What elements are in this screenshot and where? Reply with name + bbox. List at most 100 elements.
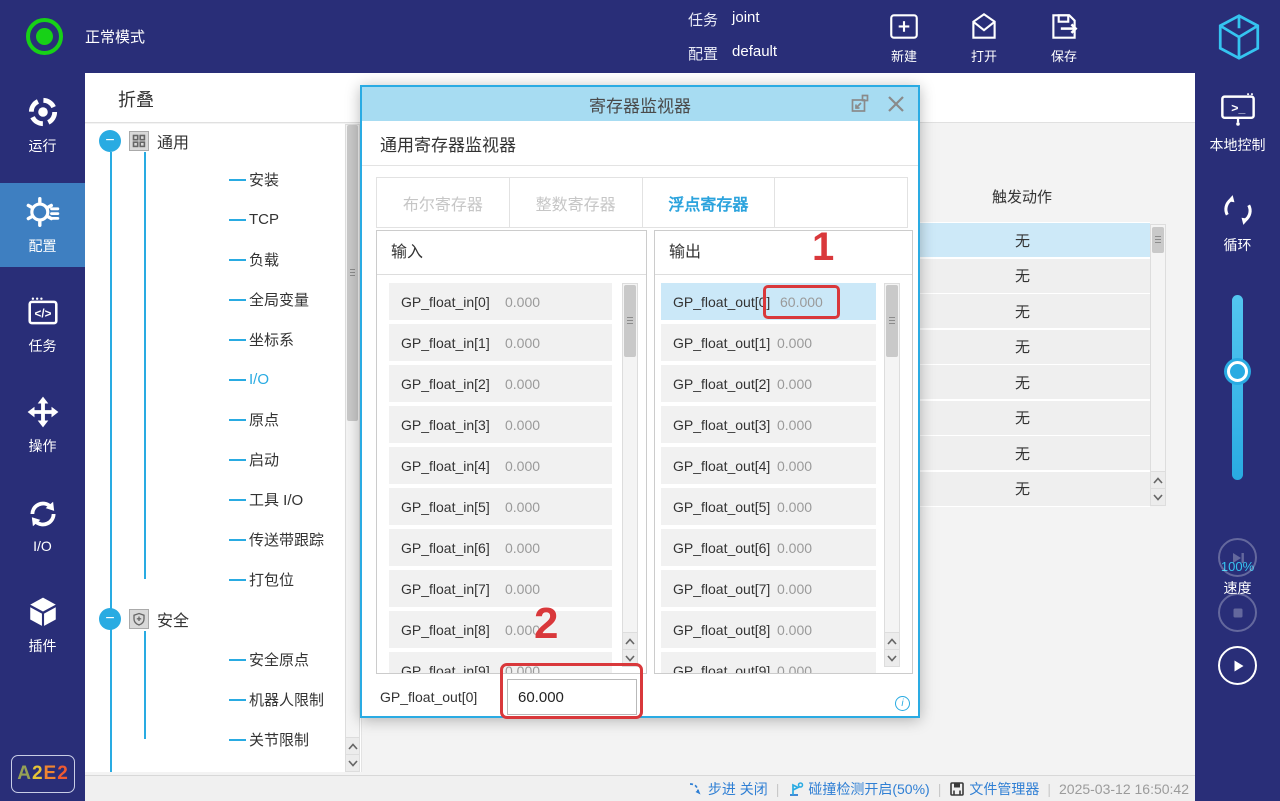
output-scrollbar-thumb[interactable] [886, 285, 898, 357]
collapse-minus-icon[interactable]: − [99, 130, 121, 152]
dialog-title: 寄存器监视器 [589, 96, 691, 116]
step-forward-button[interactable] [1218, 538, 1257, 577]
info-icon[interactable]: i [895, 696, 910, 711]
task-config-info: 任务 joint 配置 default [688, 9, 777, 77]
register-row[interactable]: GP_float_out[8] 0.000 [661, 611, 876, 648]
sidebar-item-task[interactable]: </> 任务 [0, 283, 85, 367]
register-row[interactable]: GP_float_in[1] 0.000 [389, 324, 612, 361]
register-row[interactable]: GP_float_in[5] 0.000 [389, 488, 612, 525]
trigger-scrollbar-thumb[interactable] [1152, 227, 1164, 253]
register-row[interactable]: GP_float_out[4] 0.000 [661, 447, 876, 484]
scroll-down-icon[interactable] [1151, 488, 1165, 505]
register-row[interactable]: GP_float_out[1] 0.000 [661, 324, 876, 361]
tab-float-register[interactable]: 浮点寄存器 [642, 178, 776, 227]
stop-button[interactable] [1218, 593, 1257, 632]
register-row[interactable]: GP_float_in[3] 0.000 [389, 406, 612, 443]
tree-item[interactable]: 负载 [229, 239, 324, 279]
scroll-down-icon[interactable] [623, 649, 637, 666]
input-scrollbar[interactable] [622, 283, 638, 667]
left-sidebar: 运行 配置 </> 任务 操作 I/O 插件 A 2 E 2 [0, 73, 85, 801]
save-icon [1052, 14, 1078, 39]
sidebar-item-plugin[interactable]: 插件 [0, 583, 85, 667]
trigger-scrollbar[interactable] [1150, 224, 1166, 506]
register-row[interactable]: GP_float_out[5] 0.000 [661, 488, 876, 525]
annotation-step-1: 1 [812, 225, 835, 269]
tree-item[interactable]: I/O [229, 359, 324, 399]
a2e2-logo[interactable]: A2E2 [11, 755, 75, 793]
file-manager-button[interactable]: 文件管理器 [949, 779, 1039, 799]
scroll-down-icon[interactable] [346, 754, 359, 771]
clock: 2025-03-12 16:50:42 [1059, 780, 1189, 797]
local-control-button[interactable]: >_ 本地控制 [1195, 91, 1280, 155]
register-row[interactable]: GP_float_in[6] 0.000 [389, 529, 612, 566]
tree-scrollbar[interactable] [345, 124, 360, 772]
tree-item[interactable]: TCP [229, 199, 324, 239]
tree-item[interactable]: 安全原点 [229, 639, 324, 679]
register-row[interactable]: GP_float_out[6] 0.000 [661, 529, 876, 566]
output-scrollbar[interactable] [884, 283, 900, 667]
tree-item[interactable]: 传送带跟踪 [229, 519, 324, 559]
sidebar-item-operate[interactable]: 操作 [0, 383, 85, 467]
tree-item[interactable]: 打包位 [229, 559, 324, 599]
scroll-up-icon[interactable] [885, 632, 899, 649]
open-button[interactable]: 打开 [960, 10, 1008, 65]
tree-item[interactable]: 全局变量 [229, 279, 324, 319]
tree-scrollbar-thumb[interactable] [347, 125, 358, 421]
tree-item[interactable]: 工具 I/O [229, 479, 324, 519]
config-tree-panel: − 通用 安装 TCP 负载 全局变量 坐标系 I/O 原点 启动 工具 I/O… [85, 124, 362, 772]
register-row[interactable]: GP_float_out[7] 0.000 [661, 570, 876, 607]
tree-item[interactable]: 关节限制 [229, 719, 324, 759]
task-value: joint [732, 9, 760, 26]
sidebar-item-io[interactable]: I/O [0, 483, 85, 567]
register-row[interactable]: GP_float_out[2] 0.000 [661, 365, 876, 402]
step-icon [689, 782, 701, 794]
dialog-titlebar[interactable]: 寄存器监视器 [362, 87, 918, 121]
save-button[interactable]: 保存 [1040, 10, 1088, 65]
register-row[interactable]: GP_float_in[7] 0.000 [389, 570, 612, 607]
register-row[interactable]: GP_float_out[9] 0.000 [661, 652, 876, 673]
tree-group-safety[interactable]: − 安全 [99, 607, 189, 631]
register-value-input[interactable] [507, 679, 637, 715]
config-label: 配置 [688, 46, 719, 63]
tree-item[interactable]: 机器人限制 [229, 679, 324, 719]
speed-slider-track[interactable] [1232, 295, 1243, 480]
collapse-minus-icon[interactable]: − [99, 608, 121, 630]
sidebar-item-config[interactable]: 配置 [0, 183, 85, 267]
play-button[interactable] [1218, 646, 1257, 685]
tree-item[interactable]: 安装 [229, 159, 324, 199]
close-dialog-button[interactable] [884, 92, 908, 116]
tree-group-general[interactable]: − 通用 [99, 129, 189, 153]
register-row[interactable]: GP_float_in[2] 0.000 [389, 365, 612, 402]
tree-spine [110, 152, 112, 772]
register-row[interactable]: GP_float_in[8] 0.000 [389, 611, 612, 648]
tree-children-safety: 安全原点 机器人限制 关节限制 [229, 639, 324, 759]
scroll-up-icon[interactable] [346, 737, 359, 754]
input-header: 输入 [377, 231, 646, 275]
register-row[interactable]: GP_float_in[9] 0.000 [389, 652, 612, 673]
grid-icon [129, 131, 149, 151]
collision-detection-status[interactable]: 碰撞检测开启(50%) [787, 779, 930, 799]
register-row[interactable]: GP_float_out[0] 60.000 [661, 283, 876, 320]
scroll-down-icon[interactable] [885, 649, 899, 666]
sidebar-item-run[interactable]: 运行 [0, 83, 85, 167]
new-button[interactable]: 新建 [880, 10, 928, 65]
scroll-up-icon[interactable] [623, 632, 637, 649]
collapse-label[interactable]: 折叠 [118, 86, 154, 112]
tab-bool-register[interactable]: 布尔寄存器 [377, 178, 510, 227]
speed-slider-handle[interactable] [1224, 358, 1251, 385]
tree-item[interactable]: 坐标系 [229, 319, 324, 359]
step-mode-status[interactable]: 步进 关闭 [688, 779, 768, 799]
loop-button[interactable]: 循环 [1195, 191, 1280, 255]
mode-indicator: 正常模式 [26, 18, 145, 55]
register-row[interactable]: GP_float_in[0] 0.000 [389, 283, 612, 320]
restore-window-button[interactable] [848, 92, 872, 116]
register-row[interactable]: GP_float_in[4] 0.000 [389, 447, 612, 484]
tree-item[interactable]: 启动 [229, 439, 324, 479]
scroll-up-icon[interactable] [1151, 471, 1165, 488]
right-sidebar: >_ 本地控制 循环 100% 速度 [1195, 73, 1280, 801]
tree-item[interactable]: 原点 [229, 399, 324, 439]
input-scrollbar-thumb[interactable] [624, 285, 636, 357]
register-row[interactable]: GP_float_out[3] 0.000 [661, 406, 876, 443]
tab-int-register[interactable]: 整数寄存器 [509, 178, 643, 227]
stop-icon [1233, 608, 1242, 617]
